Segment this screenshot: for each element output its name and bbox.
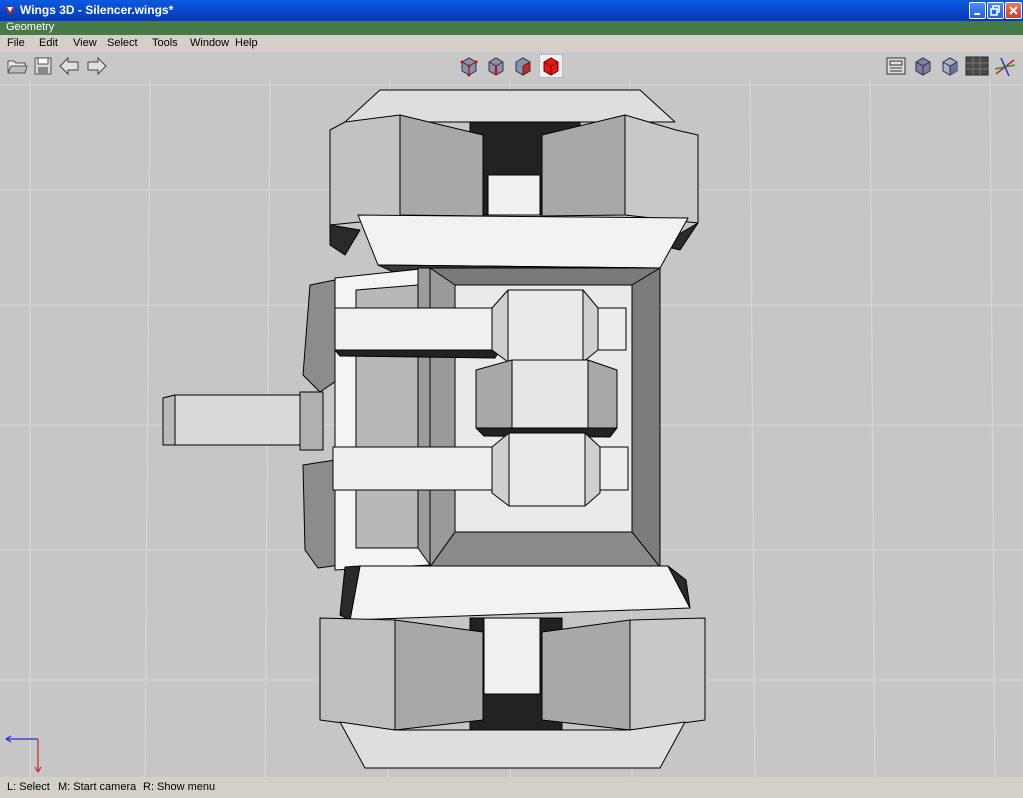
geometry-window-tab[interactable]: Geometry [0, 21, 1023, 35]
axes-toggle-icon[interactable] [993, 55, 1017, 77]
ground-grid-icon[interactable] [965, 55, 989, 77]
geometry-label: Geometry [6, 21, 55, 33]
scene-canvas[interactable] [0, 80, 1023, 777]
title-bar[interactable]: Wings 3D - Silencer.wings* [0, 0, 1023, 21]
body-mode-button-active[interactable] [539, 54, 563, 78]
menu-bar: File Edit View Select Tools Window Help [0, 35, 1023, 52]
status-right-button-hint: R: Show menu [143, 781, 216, 793]
menu-edit[interactable]: Edit [39, 37, 58, 49]
status-left-button-hint: L: Select [7, 781, 50, 793]
face-mode-button[interactable] [512, 55, 534, 77]
menu-tools[interactable]: Tools [152, 37, 178, 49]
open-folder-icon[interactable] [6, 55, 28, 77]
wireframe-toggle-icon[interactable] [885, 55, 907, 77]
edge-mode-button[interactable] [485, 55, 507, 77]
status-middle-button-hint: M: Start camera [58, 781, 137, 793]
axis-gizmo [5, 735, 42, 773]
close-button[interactable] [1005, 2, 1022, 19]
menu-window[interactable]: Window [190, 37, 229, 49]
menu-select[interactable]: Select [107, 37, 138, 49]
redo-arrow-icon[interactable] [86, 55, 108, 77]
save-icon[interactable] [32, 55, 54, 77]
silencer-model [162, 89, 706, 769]
window-title: Wings 3D - Silencer.wings* [20, 3, 174, 17]
vertex-mode-button[interactable] [458, 55, 480, 77]
restore-button[interactable] [987, 2, 1004, 19]
status-bar: L: Select M: Start camera R: Show menu [0, 777, 1023, 798]
menu-view[interactable]: View [73, 37, 97, 49]
menu-help[interactable]: Help [235, 37, 258, 49]
geometry-viewport[interactable] [0, 80, 1023, 777]
minimize-button[interactable] [969, 2, 986, 19]
wings-app-icon [4, 6, 16, 15]
undo-arrow-icon[interactable] [58, 55, 80, 77]
smooth-shading-icon[interactable] [912, 55, 934, 77]
flat-shading-icon[interactable] [939, 55, 961, 77]
toolbar [0, 52, 1023, 81]
menu-file[interactable]: File [7, 37, 25, 49]
